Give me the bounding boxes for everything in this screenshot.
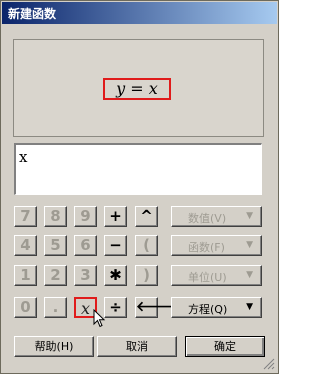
unit-menu-button[interactable]: 单位(U) ▼ xyxy=(171,265,262,286)
cancel-button[interactable]: 取消 xyxy=(97,336,177,357)
key-1[interactable]: 1 xyxy=(14,265,37,286)
unit-menu-label: 单位(U) xyxy=(188,271,227,284)
equation-menu-label: 方程(Q) xyxy=(188,303,228,316)
key-multiply[interactable]: ✱ xyxy=(104,265,127,286)
key-divide[interactable]: ÷ xyxy=(104,297,127,318)
key-power[interactable]: ^ xyxy=(135,206,158,227)
key-7[interactable]: 7 xyxy=(14,206,37,227)
function-menu-button[interactable]: 函数(F) ▼ xyxy=(171,235,262,256)
key-4[interactable]: 4 xyxy=(14,235,37,256)
help-button[interactable]: 帮助(H) xyxy=(14,336,94,357)
key-minus[interactable]: − xyxy=(104,235,127,256)
key-decimal[interactable]: . xyxy=(44,297,67,318)
key-9[interactable]: 9 xyxy=(74,206,97,227)
value-menu-label: 数值(V) xyxy=(188,212,227,225)
chevron-down-icon: ▼ xyxy=(246,270,253,280)
key-8[interactable]: 8 xyxy=(44,206,67,227)
window-title: 新建函数 xyxy=(8,7,57,21)
ok-button[interactable]: 确定 xyxy=(185,336,265,357)
expression-input[interactable]: x xyxy=(14,143,262,195)
equation-menu-button[interactable]: 方程(Q) ▼ xyxy=(171,297,262,318)
chevron-down-icon: ▼ xyxy=(246,302,253,312)
key-5[interactable]: 5 xyxy=(44,235,67,256)
formula-preview: y = x xyxy=(13,39,264,137)
key-3[interactable]: 3 xyxy=(74,265,97,286)
function-menu-label: 函数(F) xyxy=(188,241,225,254)
new-function-dialog: 新建函数 y = x x 7 8 9 + ^ 数值(V) ▼ 4 5 6 − (… xyxy=(0,0,279,374)
variable-x-icon: x xyxy=(80,299,91,318)
key-close-paren[interactable]: ) xyxy=(135,265,158,286)
key-2[interactable]: 2 xyxy=(44,265,67,286)
key-plus[interactable]: + xyxy=(104,206,127,227)
value-menu-button[interactable]: 数值(V) ▼ xyxy=(171,206,262,227)
key-6[interactable]: 6 xyxy=(74,235,97,256)
mouse-pointer-icon xyxy=(93,309,106,328)
chevron-down-icon: ▼ xyxy=(246,211,253,221)
key-open-paren[interactable]: ( xyxy=(135,235,158,256)
resize-grip-icon[interactable] xyxy=(263,358,275,370)
chevron-down-icon: ▼ xyxy=(246,240,253,250)
key-backspace[interactable]: 🡐 xyxy=(135,297,174,318)
title-bar[interactable]: 新建函数 xyxy=(2,2,277,24)
backspace-arrow-icon: 🡐 xyxy=(136,299,174,315)
formula-display: y = x xyxy=(103,78,171,100)
key-0[interactable]: 0 xyxy=(14,297,37,318)
